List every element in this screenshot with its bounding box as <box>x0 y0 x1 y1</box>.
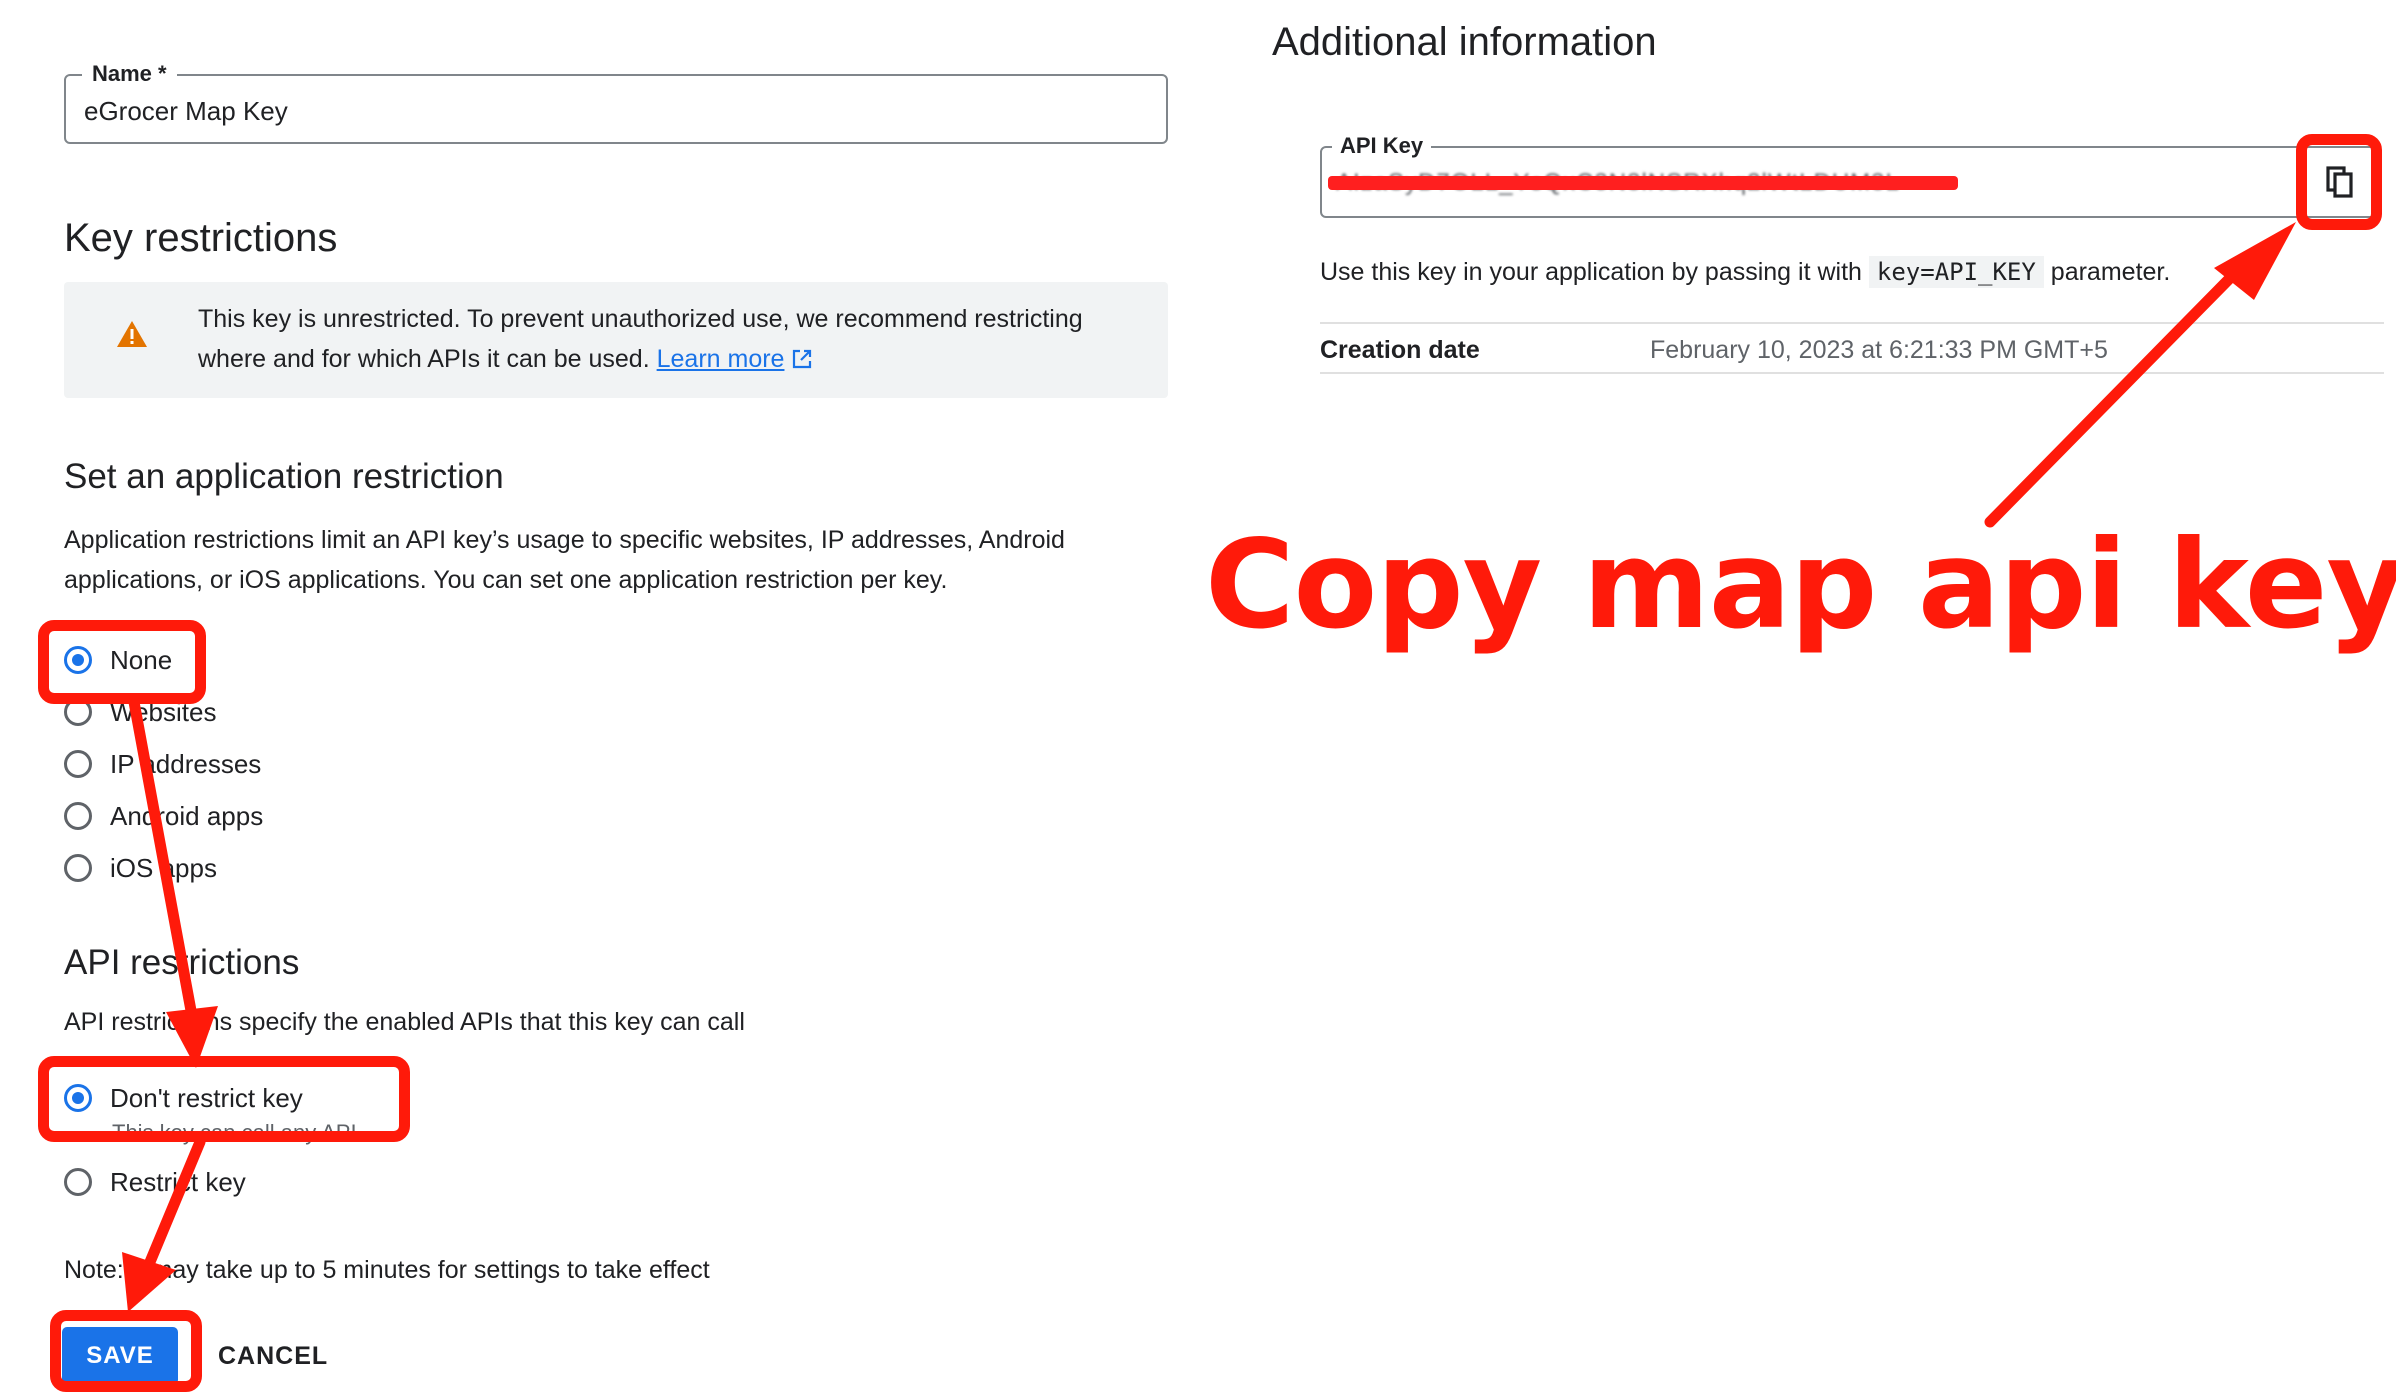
arrow-callout-to-copy <box>1984 264 2244 528</box>
arrowhead-1 <box>166 1006 218 1068</box>
arrow-none-to-dont-restrict <box>128 696 198 1022</box>
copy-api-key-callout: Copy map api key <box>1205 514 2396 656</box>
annotation-arrows <box>122 222 2296 1312</box>
arrowhead-2 <box>122 1252 176 1312</box>
arrow-dont-restrict-to-save <box>144 1136 206 1268</box>
